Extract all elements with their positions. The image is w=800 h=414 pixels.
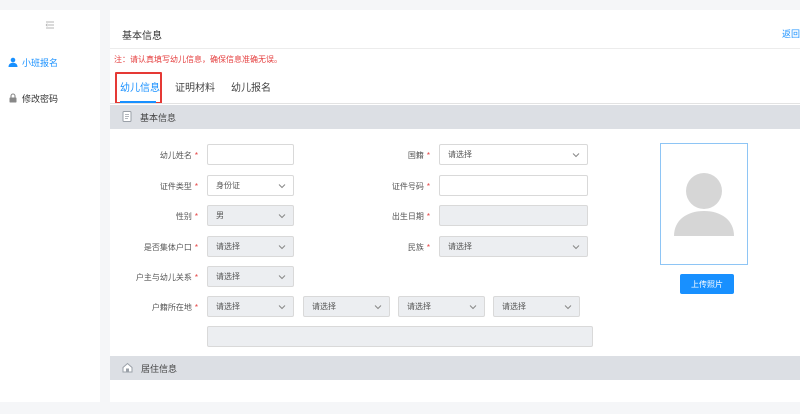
chevron-down-icon [564,303,572,311]
ethnicity-select[interactable]: 请选择 [439,236,588,257]
page-title: 基本信息 [122,31,162,42]
document-icon [122,110,132,124]
divider [110,48,800,49]
birth-date-input[interactable] [439,205,588,226]
section-title: 居住信息 [141,363,178,374]
sidebar-item-class-registration[interactable]: 小班报名 [8,55,58,69]
tab-proof-materials[interactable]: 证明材料 [175,79,215,94]
chevron-down-icon [278,212,286,220]
sidebar: 小班报名 修改密码 [0,10,100,402]
chevron-down-icon [374,303,382,311]
chevron-down-icon [278,273,286,281]
lock-icon [8,93,18,103]
hukou-district-select[interactable]: 请选择 [398,296,485,317]
hukou-province-select[interactable]: 请选择 [207,296,294,317]
chevron-down-icon [278,303,286,311]
section-title: 基本信息 [140,112,177,123]
notice-text: 注：请认真填写幼儿信息，确保信息准确无误。 [114,55,282,64]
id-number-label: 证件号码 * [391,182,430,191]
gender-select[interactable]: 男 [207,205,294,226]
hukou-city-select[interactable]: 请选择 [303,296,390,317]
collapse-menu-icon[interactable] [44,19,56,34]
chevron-down-icon [278,182,286,190]
main-panel: 基本信息 返回 注：请认真填写幼儿信息，确保信息准确无误。 幼儿信息 证明材料 … [110,10,800,402]
upload-photo-button[interactable]: 上传照片 [680,274,734,294]
id-type-select[interactable]: 身份证 [207,175,294,196]
photo-frame [660,143,748,265]
id-type-label: 证件类型 * [159,182,198,191]
section-residence-info: 居住信息 [110,356,800,380]
child-name-input[interactable] [207,144,294,165]
sidebar-item-label: 小班报名 [22,57,59,68]
collective-hukou-label: 是否集体户口 * [143,243,198,252]
tab-child-registration[interactable]: 幼儿报名 [231,79,271,94]
nationality-label: 国籍 * [407,151,430,160]
sidebar-item-change-password[interactable]: 修改密码 [8,91,58,105]
hukou-detail-input[interactable] [207,326,593,347]
birth-date-label: 出生日期 * [391,212,430,221]
gender-label: 性别 * [175,212,198,221]
sidebar-item-label: 修改密码 [22,93,59,104]
hukou-location-label: 户籍所在地 * [151,303,198,312]
back-link[interactable]: 返回 [782,27,800,40]
chevron-down-icon [278,243,286,251]
divider [110,103,800,104]
user-icon [8,57,18,67]
collective-hukou-select[interactable]: 请选择 [207,236,294,257]
head-relation-label: 户主与幼儿关系 * [135,273,198,282]
head-relation-select[interactable]: 请选择 [207,266,294,287]
home-icon [122,362,133,375]
child-name-label: 幼儿姓名 * [159,151,198,160]
hukou-street-select[interactable]: 请选择 [493,296,580,317]
chevron-down-icon [572,151,580,159]
tab-highlight-box [115,72,162,104]
id-number-input[interactable] [439,175,588,196]
avatar-placeholder-icon [661,173,747,266]
ethnicity-label: 民族 * [407,243,430,252]
chevron-down-icon [469,303,477,311]
nationality-select[interactable]: 请选择 [439,144,588,165]
section-basic-info: 基本信息 [110,105,800,129]
chevron-down-icon [572,243,580,251]
